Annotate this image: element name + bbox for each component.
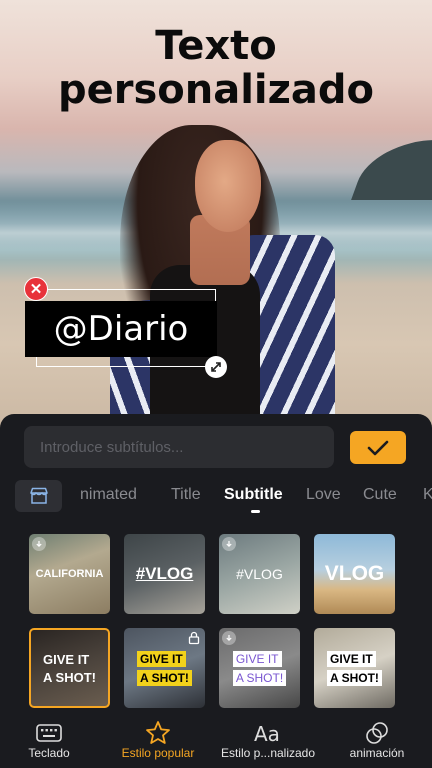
tab-cute[interactable]: Cute	[363, 486, 397, 504]
tab-subtitle[interactable]: Subtitle	[224, 486, 283, 504]
keyboard-icon	[36, 724, 62, 742]
style-thumb-shot-white[interactable]: GIVE IT A SHOT!	[219, 628, 300, 708]
style-label: CALIFORNIA	[35, 568, 104, 580]
style-label-line1: GIVE IT	[327, 650, 376, 667]
check-icon	[367, 440, 389, 455]
style-label: #VLOG	[236, 566, 283, 582]
style-label: GIVE IT A SHOT!	[43, 652, 96, 685]
store-icon	[29, 487, 48, 504]
promo-title-line1: Texto	[155, 23, 277, 69]
promo-title-line2: personalizado	[57, 67, 375, 113]
style-thumb-shot-plain-selected[interactable]: GIVE IT A SHOT!	[29, 628, 110, 708]
headland	[351, 140, 432, 200]
style-label-line2: A SHOT!	[327, 669, 382, 686]
style-label: VLOG	[324, 562, 385, 585]
resize-icon[interactable]	[205, 356, 227, 378]
lock-icon	[188, 631, 200, 645]
tab-animated[interactable]: nimated	[80, 486, 137, 504]
photo-preview: Texto personalizado @Diario ✕	[0, 0, 432, 430]
nav-animation[interactable]: animación	[323, 714, 431, 768]
nav-label: Estilo popular	[121, 746, 195, 760]
tab-title[interactable]: Title	[171, 486, 201, 504]
animation-icon	[366, 722, 388, 744]
promo-title: Texto personalizado	[0, 24, 432, 112]
font-aa-icon: Aa	[254, 722, 280, 746]
tab-active-indicator	[251, 510, 260, 513]
resize-arrows	[211, 362, 221, 372]
style-label-line2: A SHOT!	[137, 669, 192, 686]
style-label-line1: GIVE IT	[137, 650, 186, 667]
nav-custom-style[interactable]: Aa Estilo p...nalizado	[214, 714, 322, 768]
close-icon[interactable]: ✕	[24, 277, 48, 301]
store-button[interactable]	[15, 480, 62, 512]
style-thumb-shot-yellow[interactable]: GIVE IT A SHOT!	[124, 628, 205, 708]
style-thumb-california[interactable]: CALIFORNIA	[29, 534, 110, 614]
subject-face	[195, 140, 261, 232]
style-label: GIVE IT A SHOT!	[232, 650, 287, 686]
style-label: GIVE IT A SHOT!	[327, 650, 382, 686]
nav-keyboard[interactable]: Teclado	[0, 714, 103, 768]
star-icon	[146, 721, 170, 744]
style-label: GIVE IT A SHOT!	[137, 650, 192, 686]
style-category-tabs: nimated Title Subtitle Love Cute K	[0, 480, 432, 520]
style-label: #VLOG	[135, 564, 194, 583]
style-label-line2: A SHOT!	[232, 669, 287, 686]
tab-more[interactable]: K	[423, 486, 432, 504]
bottom-nav: Teclado Estilo popular Aa Estilo p...nal…	[0, 714, 432, 768]
nav-popular-style[interactable]: Estilo popular	[104, 714, 212, 768]
download-icon	[222, 537, 236, 551]
confirm-button[interactable]	[350, 431, 406, 464]
style-thumb-vlog-underline[interactable]: #VLOG	[124, 534, 205, 614]
tab-love[interactable]: Love	[306, 486, 341, 504]
subtitle-input[interactable]	[24, 426, 334, 468]
style-thumb-shot-black[interactable]: GIVE IT A SHOT!	[314, 628, 395, 708]
style-label-line1: GIVE IT	[232, 650, 282, 667]
style-thumb-vlog-plain[interactable]: #VLOG	[219, 534, 300, 614]
nav-label: animación	[349, 746, 405, 760]
subtitle-input-row	[24, 426, 408, 468]
style-label-line1: GIVE IT	[43, 651, 90, 667]
download-icon	[222, 631, 236, 645]
text-sticker[interactable]: @Diario ✕	[24, 277, 227, 378]
nav-label: Teclado	[28, 746, 70, 760]
sticker-text[interactable]: @Diario	[25, 301, 217, 357]
download-icon	[32, 537, 46, 551]
nav-label: Estilo p...nalizado	[220, 746, 316, 760]
svg-text:Aa: Aa	[254, 722, 280, 746]
style-label-line2: A SHOT!	[43, 669, 96, 685]
style-thumb-vlog-bold[interactable]: VLOG	[314, 534, 395, 614]
